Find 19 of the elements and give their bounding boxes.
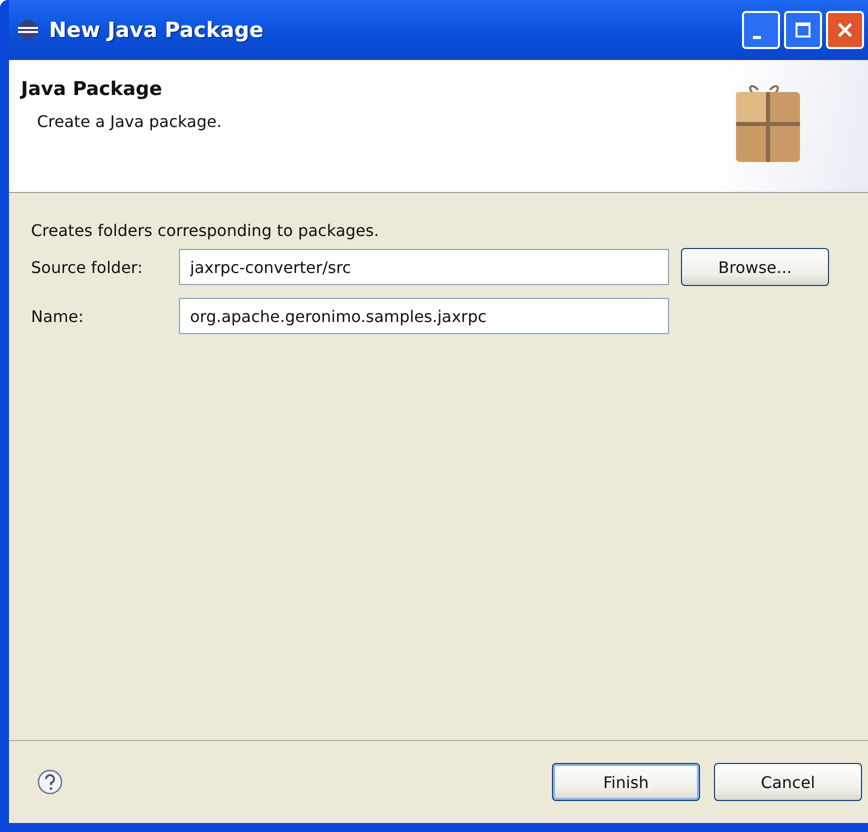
field-label: Name:: [31, 306, 85, 326]
page-description: Create a Java package.: [37, 112, 222, 131]
close-icon: [837, 22, 853, 38]
dialog-button[interactable]: Finish: [552, 763, 700, 801]
window-title: New Java Package: [49, 18, 265, 42]
text-field[interactable]: jaxrpc-converter/src: [179, 249, 669, 285]
maximize-button[interactable]: [784, 11, 822, 49]
dialog-button[interactable]: Cancel: [714, 763, 862, 801]
sphere-icon: [17, 19, 39, 41]
minimize-icon: [753, 36, 761, 38]
page-title: Java Package: [21, 78, 164, 100]
field-label: Source folder:: [31, 258, 144, 276]
text-field[interactable]: org.apache.geronimo.samples.jaxrpc: [179, 298, 669, 334]
browse-button[interactable]: Browse...: [681, 248, 829, 286]
intro-text: Creates folders corresponding to packages.: [31, 221, 380, 240]
minimize-button[interactable]: [742, 11, 780, 49]
maximize-icon: [795, 22, 811, 38]
close-button[interactable]: [826, 11, 864, 49]
help-icon[interactable]: [37, 769, 63, 795]
